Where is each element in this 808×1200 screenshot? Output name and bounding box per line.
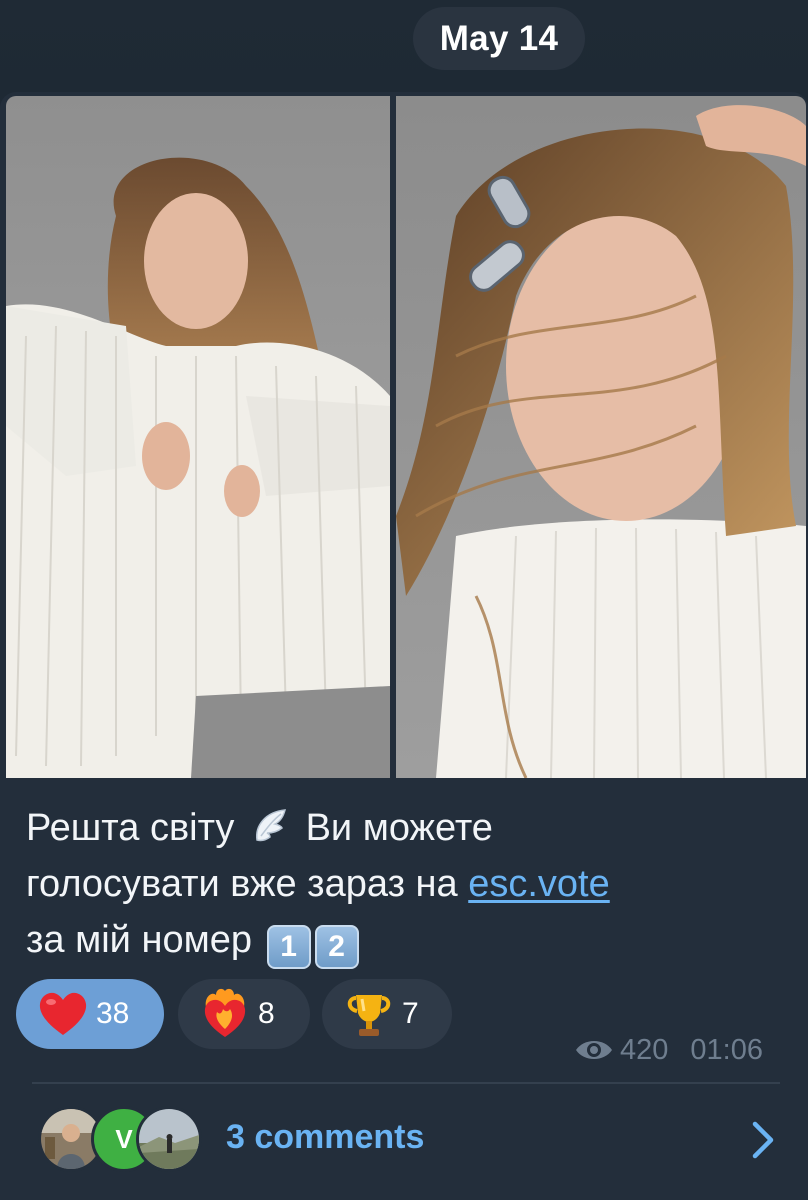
trophy-icon (347, 995, 391, 1036)
reaction-heart-count: 38 (96, 997, 130, 1030)
avatar-2-initial: V (115, 1123, 133, 1154)
chevron-right-icon[interactable] (746, 1118, 780, 1162)
avatar-3-image (139, 1109, 199, 1169)
photo-2-image (396, 96, 806, 778)
message-caption: Решта світу Ви можете голосувати вже зар… (26, 800, 786, 969)
message-meta: 420 01:06 (574, 1030, 763, 1070)
esc-vote-link[interactable]: esc.vote (468, 863, 610, 905)
view-count: 420 (620, 1033, 669, 1066)
photo-1-image (6, 96, 390, 778)
divider (32, 1082, 780, 1084)
caption-text-4: за мій номер (26, 919, 252, 961)
comments-link[interactable]: 3 comments (226, 1118, 424, 1157)
red-heart-icon (39, 992, 87, 1035)
message-time: 01:06 (690, 1033, 763, 1066)
keycap-1-icon: 1 (266, 925, 311, 969)
date-separator: May 14 (413, 7, 585, 70)
reaction-heart-on-fire[interactable]: 8 (178, 979, 310, 1049)
photo-1[interactable] (6, 96, 390, 778)
keycap-2-icon: 2 (314, 925, 359, 969)
reaction-trophy[interactable]: 7 (322, 979, 452, 1049)
reaction-trophy-count: 7 (402, 997, 419, 1030)
wing-emoji-icon (256, 809, 286, 842)
avatar-3 (136, 1106, 202, 1172)
reaction-heart[interactable]: 38 (16, 979, 164, 1049)
photo-2[interactable] (396, 96, 806, 778)
caption-text-2: Ви можете (305, 807, 493, 849)
caption-text-3: голосувати вже зараз на (26, 863, 469, 905)
reaction-fire-count: 8 (258, 997, 275, 1030)
caption-text-1: Решта світу (26, 807, 235, 849)
eye-icon (576, 1041, 612, 1059)
heart-on-fire-icon (204, 988, 246, 1037)
